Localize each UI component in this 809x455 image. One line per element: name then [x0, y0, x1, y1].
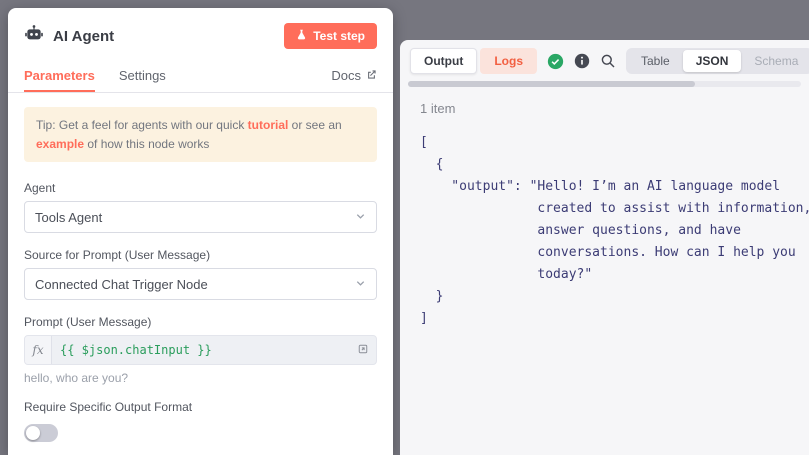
require-output-format-toggle[interactable]: [24, 424, 58, 442]
logs-tab[interactable]: Logs: [480, 48, 537, 74]
info-icon[interactable]: [574, 53, 590, 69]
test-step-label: Test step: [313, 29, 365, 43]
agent-select[interactable]: Tools Agent: [24, 201, 377, 233]
prompt-resolved-hint: hello, who are you?: [24, 371, 377, 385]
view-tabs: Output Logs: [410, 48, 537, 74]
app-background: AI Agent Test step Parameters Settings D…: [0, 0, 809, 455]
node-settings-panel: AI Agent Test step Parameters Settings D…: [8, 8, 393, 455]
chevron-down-icon: [355, 277, 366, 292]
source-select[interactable]: Connected Chat Trigger Node: [24, 268, 377, 300]
success-check-icon: [547, 53, 564, 70]
node-title: AI Agent: [53, 28, 114, 45]
fx-badge: fx: [25, 336, 52, 364]
agent-select-value: Tools Agent: [35, 210, 102, 225]
format-tabs: Table JSON Schema: [626, 48, 809, 74]
toggle-knob: [26, 426, 40, 440]
test-step-button[interactable]: Test step: [284, 23, 377, 49]
output-panel: Output Logs Table JSON Schema 1 item: [400, 40, 809, 455]
json-output: [ { "output": "Hello! I’m an AI language…: [420, 132, 809, 330]
horizontal-scrollbar-thumb[interactable]: [408, 81, 695, 87]
output-content: 1 item [ { "output": "Hello! I’m an AI l…: [400, 87, 809, 330]
panel-header: AI Agent Test step: [8, 8, 393, 58]
prompt-label: Prompt (User Message): [24, 315, 377, 329]
parameters-form: Agent Tools Agent Source for Prompt (Use…: [8, 164, 393, 442]
tip-banner: Tip: Get a feel for agents with our quic…: [24, 107, 377, 162]
agent-label: Agent: [24, 181, 377, 195]
tutorial-link[interactable]: tutorial: [248, 118, 289, 132]
table-tab[interactable]: Table: [628, 50, 683, 72]
tip-text-middle: or see an: [288, 118, 341, 132]
source-label: Source for Prompt (User Message): [24, 248, 377, 262]
tip-text-prefix: Tip: Get a feel for agents with our quic…: [36, 118, 248, 132]
json-tab[interactable]: JSON: [683, 50, 742, 72]
search-icon[interactable]: [600, 53, 616, 69]
horizontal-scrollbar[interactable]: [408, 81, 801, 87]
chevron-down-icon: [355, 210, 366, 225]
open-expression-editor-button[interactable]: [350, 336, 376, 364]
items-count: 1 item: [420, 101, 809, 116]
robot-icon: [24, 24, 44, 49]
schema-tab[interactable]: Schema: [741, 50, 809, 72]
output-toolbar: Output Logs Table JSON Schema: [400, 40, 809, 79]
expand-icon: [357, 343, 369, 358]
docs-link[interactable]: Docs: [331, 58, 377, 92]
example-link[interactable]: example: [36, 137, 84, 151]
tab-settings[interactable]: Settings: [119, 58, 166, 92]
prompt-expression-input[interactable]: {{ $json.chatInput }}: [52, 336, 350, 364]
flask-icon: [296, 29, 307, 43]
prompt-expression-field[interactable]: fx {{ $json.chatInput }}: [24, 335, 377, 365]
source-select-value: Connected Chat Trigger Node: [35, 277, 208, 292]
tab-parameters[interactable]: Parameters: [24, 58, 95, 92]
docs-label: Docs: [331, 68, 361, 83]
tip-text-suffix: of how this node works: [84, 137, 209, 151]
output-format-label: Require Specific Output Format: [24, 400, 377, 414]
external-link-icon: [366, 68, 377, 83]
settings-tabs: Parameters Settings Docs: [8, 58, 393, 93]
output-tab[interactable]: Output: [410, 48, 477, 74]
